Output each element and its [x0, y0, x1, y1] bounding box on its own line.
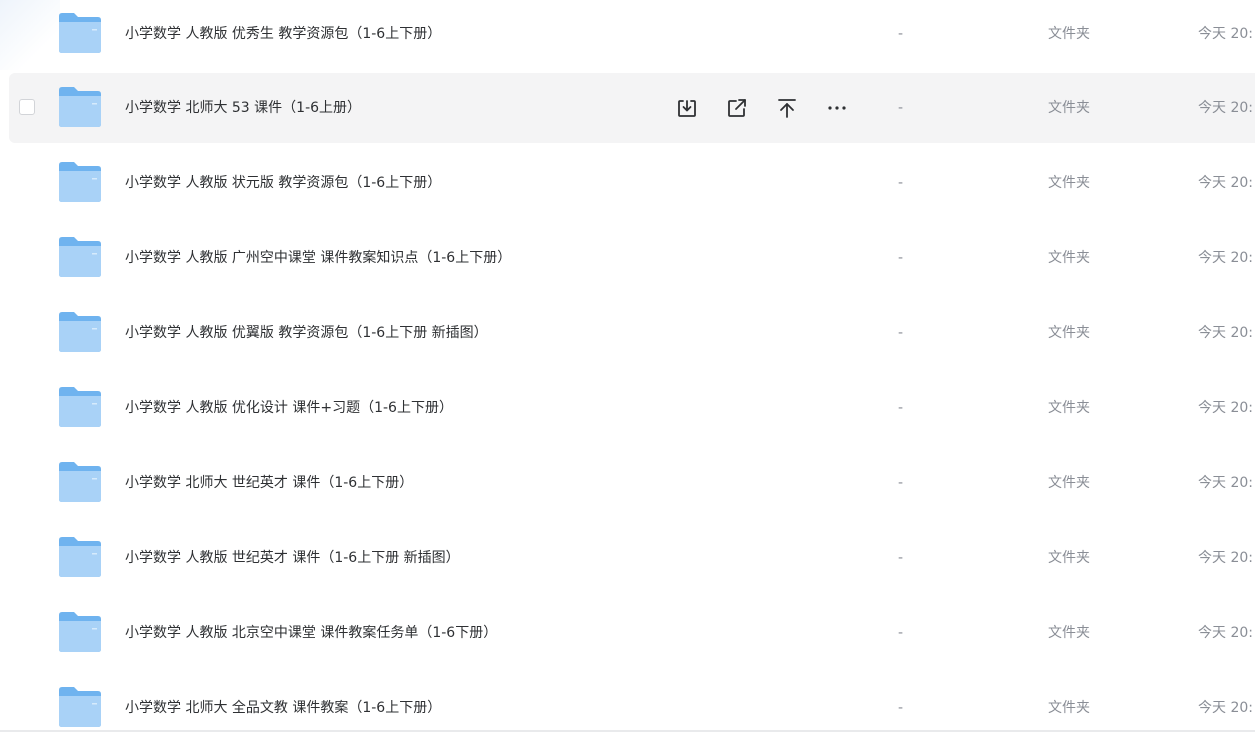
- file-size: -: [898, 175, 904, 191]
- file-date: 今天 20:: [1198, 625, 1253, 641]
- file-type: 文件夹: [1048, 26, 1090, 42]
- file-size: -: [898, 550, 904, 566]
- file-name[interactable]: 小学数学 人教版 世纪英才 课件（1-6上下册 新插图）: [125, 548, 460, 568]
- move-to-top-icon: [778, 99, 796, 118]
- folder-icon: [57, 686, 103, 728]
- download-button[interactable]: [674, 95, 700, 121]
- file-row[interactable]: 小学数学 北师大 世纪英才 课件（1-6上下册） - 文件夹 今天 20:: [9, 448, 1255, 518]
- folder-icon: [57, 86, 103, 128]
- more-button[interactable]: [824, 95, 850, 121]
- file-date: 今天 20:: [1198, 250, 1253, 266]
- file-type: 文件夹: [1048, 625, 1090, 641]
- file-row[interactable]: 小学数学 北师大 全品文教 课件教案（1-6上下册） - 文件夹 今天 20:: [9, 673, 1255, 732]
- file-type: 文件夹: [1048, 250, 1090, 266]
- file-list: 小学数学 人教版 优秀生 教学资源包（1-6上下册） - 文件夹 今天 20: …: [0, 0, 1255, 732]
- file-size: -: [898, 100, 904, 116]
- file-type: 文件夹: [1048, 400, 1090, 416]
- folder-icon: [57, 311, 103, 353]
- file-row[interactable]: 小学数学 人教版 世纪英才 课件（1-6上下册 新插图） - 文件夹 今天 20…: [9, 523, 1255, 593]
- file-size: -: [898, 700, 904, 716]
- file-type: 文件夹: [1048, 475, 1090, 491]
- file-name[interactable]: 小学数学 人教版 北京空中课堂 课件教案任务单（1-6下册）: [125, 623, 497, 643]
- folder-icon: [57, 611, 103, 653]
- file-row[interactable]: 小学数学 人教版 广州空中课堂 课件教案知识点（1-6上下册） - 文件夹 今天…: [9, 223, 1255, 293]
- file-date: 今天 20:: [1198, 26, 1253, 42]
- file-name[interactable]: 小学数学 人教版 优化设计 课件+习题（1-6上下册）: [125, 398, 453, 418]
- folder-icon: [57, 236, 103, 278]
- file-date: 今天 20:: [1198, 475, 1253, 491]
- file-size: -: [898, 250, 904, 266]
- file-size: -: [898, 400, 904, 416]
- move-to-top-button[interactable]: [774, 95, 800, 121]
- file-size: -: [898, 26, 904, 42]
- file-name[interactable]: 小学数学 人教版 优秀生 教学资源包（1-6上下册）: [125, 24, 441, 44]
- file-name[interactable]: 小学数学 北师大 53 课件（1-6上册）: [125, 98, 361, 118]
- file-row[interactable]: 小学数学 人教版 优翼版 教学资源包（1-6上下册 新插图） - 文件夹 今天 …: [9, 298, 1255, 368]
- share-icon: [728, 99, 746, 117]
- folder-icon: [57, 461, 103, 503]
- file-date: 今天 20:: [1198, 700, 1253, 716]
- file-row[interactable]: 小学数学 人教版 优化设计 课件+习题（1-6上下册） - 文件夹 今天 20:: [9, 373, 1255, 443]
- file-date: 今天 20:: [1198, 550, 1253, 566]
- file-type: 文件夹: [1048, 550, 1090, 566]
- folder-icon: [57, 386, 103, 428]
- file-date: 今天 20:: [1198, 100, 1253, 116]
- folder-icon: [57, 536, 103, 578]
- file-date: 今天 20:: [1198, 400, 1253, 416]
- file-date: 今天 20:: [1198, 325, 1253, 341]
- file-size: -: [898, 475, 904, 491]
- file-size: -: [898, 625, 904, 641]
- file-type: 文件夹: [1048, 325, 1090, 341]
- row-actions: [674, 95, 874, 121]
- file-date: 今天 20:: [1198, 175, 1253, 191]
- file-type: 文件夹: [1048, 175, 1090, 191]
- file-name[interactable]: 小学数学 北师大 世纪英才 课件（1-6上下册）: [125, 473, 413, 493]
- file-name[interactable]: 小学数学 人教版 优翼版 教学资源包（1-6上下册 新插图）: [125, 323, 488, 343]
- share-button[interactable]: [724, 95, 750, 121]
- file-type: 文件夹: [1048, 700, 1090, 716]
- file-name[interactable]: 小学数学 人教版 状元版 教学资源包（1-6上下册）: [125, 173, 441, 193]
- more-icon: [828, 106, 846, 110]
- file-type: 文件夹: [1048, 100, 1090, 116]
- folder-icon: [57, 12, 103, 54]
- file-name[interactable]: 小学数学 人教版 广州空中课堂 课件教案知识点（1-6上下册）: [125, 248, 511, 268]
- file-row[interactable]: 小学数学 人教版 北京空中课堂 课件教案任务单（1-6下册） - 文件夹 今天 …: [9, 598, 1255, 668]
- row-checkbox[interactable]: [19, 99, 35, 115]
- file-row[interactable]: 小学数学 人教版 状元版 教学资源包（1-6上下册） - 文件夹 今天 20:: [9, 148, 1255, 218]
- folder-icon: [57, 161, 103, 203]
- download-icon: [678, 100, 696, 117]
- file-name[interactable]: 小学数学 北师大 全品文教 课件教案（1-6上下册）: [125, 698, 441, 718]
- file-row[interactable]: 小学数学 人教版 优秀生 教学资源包（1-6上下册） - 文件夹 今天 20:: [9, 0, 1255, 69]
- file-size: -: [898, 325, 904, 341]
- file-row-hovered[interactable]: 小学数学 北师大 53 课件（1-6上册） - 文件夹 今天 20:: [9, 73, 1255, 143]
